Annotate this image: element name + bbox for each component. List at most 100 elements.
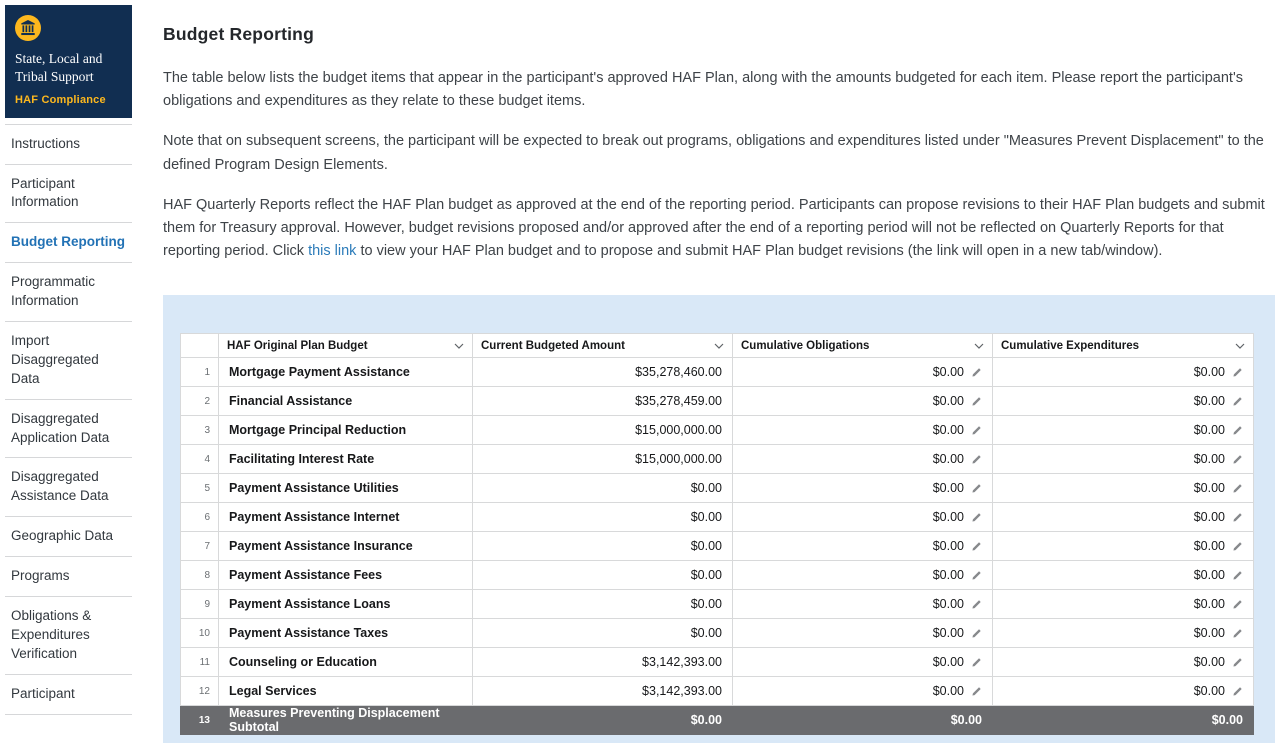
sidebar-nav: InstructionsParticipant Information Budge… bbox=[5, 124, 132, 715]
current-budgeted-amount-cell: $0.00 bbox=[473, 503, 733, 532]
sidebar-item-budget-reporting[interactable]: Budget Reporting bbox=[5, 223, 132, 263]
edit-pencil-icon[interactable] bbox=[1232, 367, 1243, 378]
edit-pencil-icon[interactable] bbox=[1232, 657, 1243, 668]
intro-paragraph: The table below lists the budget items t… bbox=[163, 67, 1275, 113]
cumulative-expenditures-cell: $0.00 bbox=[993, 677, 1254, 706]
edit-pencil-icon[interactable] bbox=[971, 454, 982, 465]
note-paragraph: Note that on subsequent screens, the par… bbox=[163, 130, 1275, 176]
cumulative-expenditures-value: $0.00 bbox=[1194, 568, 1225, 582]
table-row: 6 Payment Assistance Internet $0.00 $0.0… bbox=[181, 503, 1254, 532]
budget-item-name: Legal Services bbox=[219, 677, 473, 706]
edit-pencil-icon[interactable] bbox=[971, 367, 982, 378]
current-budgeted-amount-cell: $3,142,393.00 bbox=[473, 648, 733, 677]
sidebar-item-label: Obligations & Expenditures Verification bbox=[11, 608, 91, 661]
cumulative-obligations-value: $0.00 bbox=[933, 365, 964, 379]
chevron-down-icon[interactable] bbox=[714, 343, 724, 349]
current-budgeted-amount: $15,000,000.00 bbox=[635, 452, 722, 466]
cumulative-expenditures-value: $0.00 bbox=[1194, 684, 1225, 698]
haf-plan-budget-link[interactable]: this link bbox=[308, 243, 356, 259]
current-budgeted-amount-cell: $0.00 bbox=[473, 590, 733, 619]
sidebar-item-disaggregated-application-data[interactable]: Disaggregated Application Data bbox=[5, 400, 132, 459]
edit-pencil-icon[interactable] bbox=[971, 628, 982, 639]
sidebar-item-participant[interactable]: Participant bbox=[5, 675, 132, 715]
edit-pencil-icon[interactable] bbox=[1232, 570, 1243, 581]
cumulative-obligations-cell: $0.00 bbox=[733, 706, 993, 735]
cumulative-expenditures-value: $0.00 bbox=[1194, 365, 1225, 379]
sidebar-item-label: Import Disaggregated Data bbox=[11, 333, 99, 386]
row-number: 1 bbox=[181, 358, 219, 387]
cumulative-expenditures-value: $0.00 bbox=[1194, 481, 1225, 495]
budget-item-name: Counseling or Education bbox=[219, 648, 473, 677]
chevron-down-icon[interactable] bbox=[974, 343, 984, 349]
table-row: 8 Payment Assistance Fees $0.00 $0.00 $0… bbox=[181, 561, 1254, 590]
table-row: 11 Counseling or Education $3,142,393.00… bbox=[181, 648, 1254, 677]
cumulative-obligations-cell: $0.00 bbox=[733, 387, 993, 416]
column-header-cumulative-obligations[interactable]: Cumulative Obligations bbox=[733, 334, 993, 358]
edit-pencil-icon[interactable] bbox=[1232, 599, 1243, 610]
edit-pencil-icon[interactable] bbox=[971, 686, 982, 697]
current-budgeted-amount-cell: $15,000,000.00 bbox=[473, 416, 733, 445]
sidebar-item-programs[interactable]: Programs bbox=[5, 557, 132, 597]
edit-pencil-icon[interactable] bbox=[1232, 425, 1243, 436]
edit-pencil-icon[interactable] bbox=[1232, 483, 1243, 494]
sidebar-item-participant-information[interactable]: Participant Information bbox=[5, 165, 132, 224]
current-budgeted-amount: $35,278,459.00 bbox=[635, 394, 722, 408]
table-row: 2 Financial Assistance $35,278,459.00 $0… bbox=[181, 387, 1254, 416]
edit-pencil-icon[interactable] bbox=[971, 570, 982, 581]
edit-pencil-icon[interactable] bbox=[1232, 541, 1243, 552]
edit-pencil-icon[interactable] bbox=[971, 512, 982, 523]
sidebar-item-label: Geographic Data bbox=[11, 528, 113, 543]
sidebar-item-label: Disaggregated Assistance Data bbox=[11, 469, 109, 503]
cumulative-expenditures-value: $0.00 bbox=[1194, 394, 1225, 408]
sidebar-item-programmatic-information[interactable]: Programmatic Information bbox=[5, 263, 132, 322]
edit-pencil-icon[interactable] bbox=[1232, 396, 1243, 407]
row-number: 13 bbox=[181, 706, 219, 735]
row-number: 3 bbox=[181, 416, 219, 445]
budget-item-name: Mortgage Payment Assistance bbox=[219, 358, 473, 387]
edit-pencil-icon[interactable] bbox=[971, 541, 982, 552]
cumulative-obligations-cell: $0.00 bbox=[733, 358, 993, 387]
current-budgeted-amount: $0.00 bbox=[691, 481, 722, 495]
current-budgeted-amount: $0.00 bbox=[691, 510, 722, 524]
sidebar-item-import-disaggregated-data[interactable]: Import Disaggregated Data bbox=[5, 322, 132, 400]
current-budgeted-amount-cell: $35,278,460.00 bbox=[473, 358, 733, 387]
column-header-haf-original-plan-budget[interactable]: HAF Original Plan Budget bbox=[219, 334, 473, 358]
table-row: 10 Payment Assistance Taxes $0.00 $0.00 … bbox=[181, 619, 1254, 648]
current-budgeted-amount-cell: $3,142,393.00 bbox=[473, 677, 733, 706]
edit-pencil-icon[interactable] bbox=[1232, 454, 1243, 465]
cumulative-expenditures-cell: $0.00 bbox=[993, 590, 1254, 619]
sidebar-item-obligations-expenditures-verification[interactable]: Obligations & Expenditures Verification bbox=[5, 597, 132, 675]
cumulative-expenditures-value: $0.00 bbox=[1194, 539, 1225, 553]
column-header-label: Cumulative Expenditures bbox=[1001, 340, 1139, 352]
table-row: 3 Mortgage Principal Reduction $15,000,0… bbox=[181, 416, 1254, 445]
cumulative-obligations-cell: $0.00 bbox=[733, 677, 993, 706]
budget-item-name: Payment Assistance Fees bbox=[219, 561, 473, 590]
budget-item-name: Payment Assistance Insurance bbox=[219, 532, 473, 561]
cumulative-obligations-cell: $0.00 bbox=[733, 474, 993, 503]
sidebar-item-instructions[interactable]: Instructions bbox=[5, 125, 132, 165]
current-budgeted-amount-cell: $0.00 bbox=[473, 706, 733, 735]
edit-pencil-icon[interactable] bbox=[971, 396, 982, 407]
column-header-current-budgeted-amount[interactable]: Current Budgeted Amount bbox=[473, 334, 733, 358]
edit-pencil-icon[interactable] bbox=[971, 657, 982, 668]
table-body: 1 Mortgage Payment Assistance $35,278,46… bbox=[181, 358, 1254, 735]
edit-pencil-icon[interactable] bbox=[971, 483, 982, 494]
cumulative-expenditures-value: $0.00 bbox=[1212, 713, 1243, 727]
table-row: 4 Facilitating Interest Rate $15,000,000… bbox=[181, 445, 1254, 474]
edit-pencil-icon[interactable] bbox=[1232, 628, 1243, 639]
edit-pencil-icon[interactable] bbox=[1232, 686, 1243, 697]
sidebar-item-disaggregated-assistance-data[interactable]: Disaggregated Assistance Data bbox=[5, 458, 132, 517]
sidebar-item-geographic-data[interactable]: Geographic Data bbox=[5, 517, 132, 557]
main-content: Budget Reporting The table below lists t… bbox=[133, 0, 1281, 743]
sidebar-item-label: Participant bbox=[11, 686, 75, 701]
cumulative-obligations-value: $0.00 bbox=[933, 597, 964, 611]
chevron-down-icon[interactable] bbox=[1235, 343, 1245, 349]
edit-pencil-icon[interactable] bbox=[1232, 512, 1243, 523]
column-header-cumulative-expenditures[interactable]: Cumulative Expenditures bbox=[993, 334, 1254, 358]
cumulative-obligations-cell: $0.00 bbox=[733, 503, 993, 532]
cumulative-expenditures-value: $0.00 bbox=[1194, 597, 1225, 611]
edit-pencil-icon[interactable] bbox=[971, 599, 982, 610]
chevron-down-icon[interactable] bbox=[454, 343, 464, 349]
edit-pencil-icon[interactable] bbox=[971, 425, 982, 436]
sidebar-item-label: Budget Reporting bbox=[11, 234, 125, 249]
